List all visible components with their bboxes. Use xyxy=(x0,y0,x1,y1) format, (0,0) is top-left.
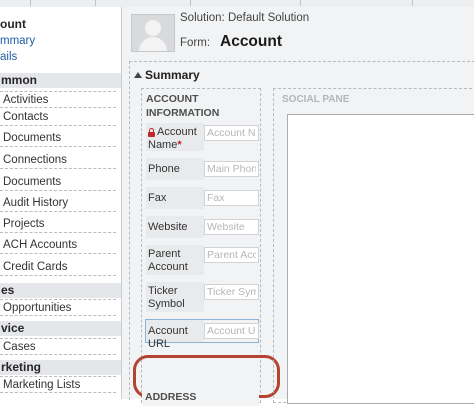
entity-image-icon[interactable] xyxy=(131,14,175,52)
social-pane-control[interactable] xyxy=(287,114,474,404)
parent-account-label: Parent Account xyxy=(146,245,204,275)
nav-item-projects[interactable]: Projects xyxy=(0,216,116,233)
section-header: SOCIAL PANE xyxy=(282,94,350,105)
nav-link-details[interactable]: ails xyxy=(0,51,17,63)
nav-group-sales: es xyxy=(0,283,121,298)
ruler-tick xyxy=(190,0,191,6)
nav-item-audit-history[interactable]: Audit History xyxy=(0,195,116,212)
field-fax[interactable]: Fax xyxy=(146,187,259,209)
nav-group-common: mmon xyxy=(0,73,121,88)
left-navigation: ount mmary ails mmon Activities Contacts… xyxy=(0,7,122,399)
social-pane-section[interactable]: SOCIAL PANE xyxy=(273,88,474,404)
ruler-tick xyxy=(95,0,96,6)
ticker-symbol-input[interactable] xyxy=(204,284,259,300)
nav-group-service: vice xyxy=(0,321,121,336)
parent-account-input[interactable] xyxy=(204,247,259,263)
nav-item-opportunities[interactable]: Opportunities xyxy=(0,299,116,316)
nav-item-contacts[interactable]: Contacts xyxy=(0,109,116,126)
nav-item-ach-accounts[interactable]: ACH Accounts xyxy=(0,237,116,254)
nav-item-documents[interactable]: Documents xyxy=(0,130,116,147)
collapse-triangle-icon[interactable] xyxy=(134,72,142,78)
address-section[interactable]: ADDRESS xyxy=(142,386,259,406)
fax-input[interactable] xyxy=(204,190,259,206)
field-account-name[interactable]: Account Name* xyxy=(146,123,259,151)
form-label: Form: xyxy=(180,37,211,49)
field-label: Account Name* xyxy=(146,123,204,151)
nav-item-marketing-lists[interactable]: Marketing Lists xyxy=(0,376,116,393)
section-header: ADDRESS xyxy=(145,391,197,403)
section-header: ACCOUNT INFORMATION xyxy=(146,93,220,119)
phone-label: Phone xyxy=(146,158,204,180)
tab-title[interactable]: Summary xyxy=(145,68,200,82)
ticker-symbol-label: Ticker Symbol xyxy=(146,282,204,312)
nav-item-cases[interactable]: Cases xyxy=(0,338,116,355)
account-url-input[interactable] xyxy=(204,323,259,339)
field-ticker-symbol[interactable]: Ticker Symbol xyxy=(146,282,259,312)
nav-item-credit-cards[interactable]: Credit Cards xyxy=(0,259,116,276)
field-parent-account[interactable]: Parent Account xyxy=(146,245,259,275)
nav-entity-title: ount xyxy=(0,17,26,31)
website-input[interactable] xyxy=(204,219,259,235)
form-editor: Solution: Default Solution Form: Account… xyxy=(122,7,474,406)
required-asterisk: * xyxy=(177,139,182,151)
nav-group-marketing: rketing xyxy=(0,360,121,375)
nav-item-activities[interactable]: Activities xyxy=(0,91,116,108)
phone-input[interactable] xyxy=(204,161,259,177)
website-label: Website xyxy=(146,216,204,238)
nav-link-summary[interactable]: mmary xyxy=(0,35,35,47)
field-website[interactable]: Website xyxy=(146,216,259,238)
nav-item-connections[interactable]: Connections xyxy=(0,152,116,169)
account-url-label: Account URL xyxy=(146,320,204,350)
nav-item-documents-2[interactable]: Documents xyxy=(0,174,116,191)
account-name-input[interactable] xyxy=(204,125,259,141)
form-name: Account xyxy=(220,33,282,50)
solution-label: Solution: Default Solution xyxy=(180,12,310,24)
field-account-url[interactable]: Account URL xyxy=(145,319,259,350)
fax-label: Fax xyxy=(146,187,204,209)
field-phone[interactable]: Phone xyxy=(146,158,259,180)
summary-tab: Summary ACCOUNT INFORMATION Account Name… xyxy=(129,61,474,406)
lock-icon xyxy=(148,128,155,137)
ruler-tick xyxy=(300,0,301,6)
ruler-tick xyxy=(30,0,31,6)
account-name-label: Account Name xyxy=(148,126,197,151)
account-information-section[interactable]: ACCOUNT INFORMATION Account Name* Phone … xyxy=(141,88,261,403)
ruler-tick xyxy=(412,0,413,6)
